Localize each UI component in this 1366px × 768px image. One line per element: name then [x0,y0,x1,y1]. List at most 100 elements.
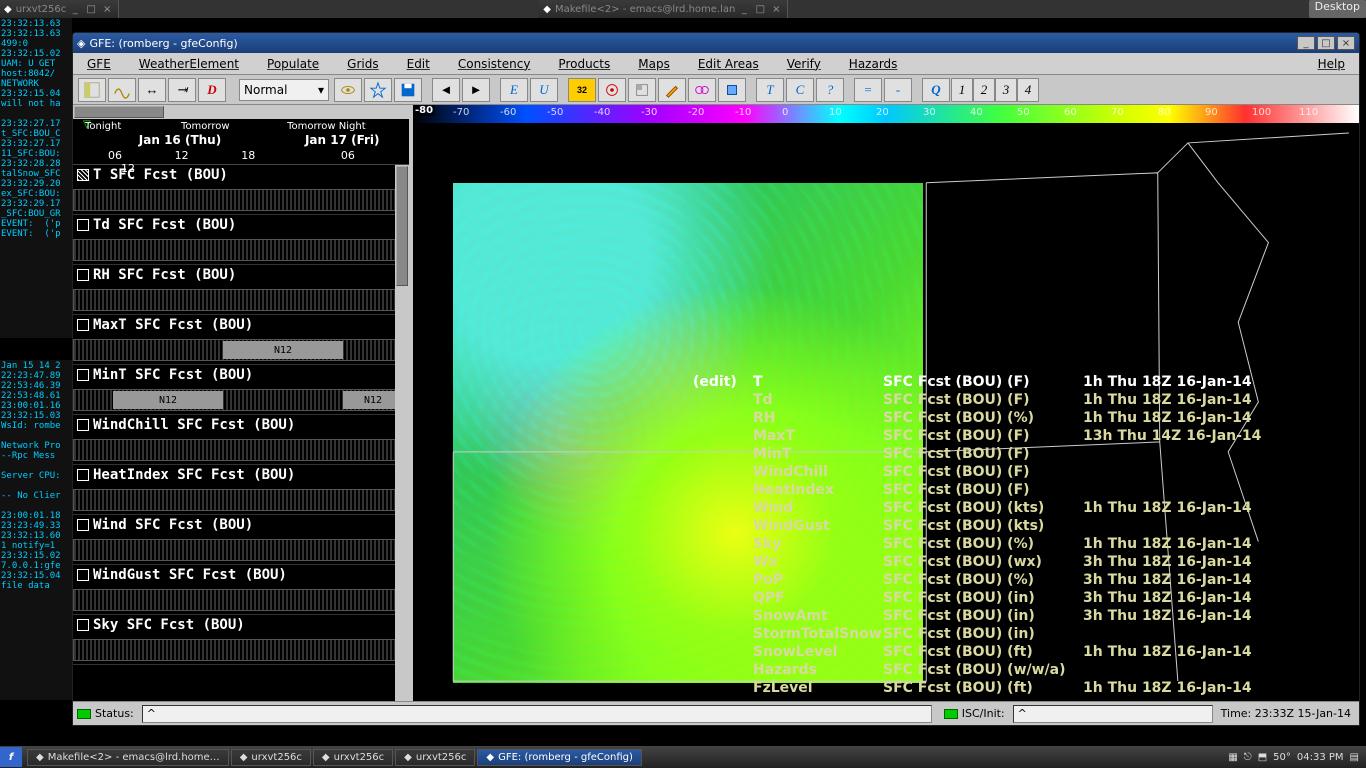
element-checkbox[interactable] [77,369,89,381]
element-checkbox[interactable] [77,519,89,531]
tool-4-button[interactable]: 4 [1017,78,1039,102]
v-scrollbar[interactable] [395,165,409,701]
taskbar-item[interactable]: ◆Makefile<2> - emacs@lrd.home… [27,749,229,766]
taskbar-item[interactable]: ◆urxvt256c [231,749,311,766]
grid-chip[interactable]: N12 [223,341,343,359]
tray-icon[interactable]: ⬒ [1258,752,1267,763]
mode-select[interactable]: Normal▾ [239,79,329,101]
maximize-button[interactable]: □ [1317,36,1335,50]
weather-element-row[interactable]: MinT SFC Fcst (BOU)N12N12 [73,365,409,415]
legend-row[interactable]: TdSFC Fcst (BOU) (F)1h Thu 18Z 16-Jan-14 [693,391,1343,409]
tool-q-button[interactable]: Q [922,78,950,102]
weather-element-row[interactable]: Sky SFC Fcst (BOU) [73,615,409,665]
legend-row[interactable]: SkySFC Fcst (BOU) (%)1h Thu 18Z 16-Jan-1… [693,535,1343,553]
scrollbar-thumb[interactable] [74,106,164,118]
tool-question-button[interactable]: ? [816,78,844,102]
tool-3-button[interactable]: 3 [995,78,1017,102]
tool-skip-icon[interactable]: ⇥ [168,78,196,102]
weather-element-row[interactable]: Wind SFC Fcst (BOU) [73,515,409,565]
tool-save-icon[interactable] [394,78,422,102]
scrollbar-thumb[interactable] [396,166,408,286]
menu-help[interactable]: Help [1304,57,1359,71]
menu-consistency[interactable]: Consistency [444,57,545,71]
legend-row[interactable]: StormTotalSnowSFC Fcst (BOU) (in) [693,625,1343,643]
tool-eye-icon[interactable] [334,78,362,102]
weather-element-row[interactable]: HeatIndex SFC Fcst (BOU) [73,465,409,515]
tool-star-icon[interactable] [364,78,392,102]
tool-target-icon[interactable] [598,78,626,102]
legend-row[interactable]: RHSFC Fcst (BOU) (%)1h Thu 18Z 16-Jan-14 [693,409,1343,427]
weather-element-row[interactable]: MaxT SFC Fcst (BOU)N12 [73,315,409,365]
map-canvas[interactable]: (edit)TSFC Fcst (BOU) (F)1h Thu 18Z 16-J… [413,123,1359,701]
tool-concentric-icon[interactable] [688,78,716,102]
element-checkbox[interactable] [77,469,89,481]
legend-row[interactable]: PoPSFC Fcst (BOU) (%)3h Thu 18Z 16-Jan-1… [693,571,1343,589]
tool-u-button[interactable]: U [530,78,558,102]
element-checkbox[interactable] [77,419,89,431]
close-icon[interactable]: × [100,2,114,16]
menu-verify[interactable]: Verify [773,57,835,71]
titlebar[interactable]: ◈ GFE: (romberg - gfeConfig) _ □ × [73,33,1359,53]
menu-gfe[interactable]: GFE [73,57,125,71]
grid-bar[interactable] [73,539,409,561]
legend-row[interactable]: MaxTSFC Fcst (BOU) (F)13h Thu 14Z 16-Jan… [693,427,1343,445]
tool-box-icon[interactable] [718,78,746,102]
desktop-label[interactable]: Desktop [1309,0,1366,18]
close-icon[interactable]: × [769,2,783,16]
tool-e-button[interactable]: E [500,78,528,102]
tool-t-button[interactable]: T [756,78,784,102]
menu-maps[interactable]: Maps [624,57,684,71]
minimize-button[interactable]: _ [1297,36,1315,50]
tray-icon[interactable]: ⎋ [1244,752,1252,763]
legend-row[interactable]: WindChillSFC Fcst (BOU) (F) [693,463,1343,481]
start-button[interactable]: f [0,747,22,767]
element-checkbox[interactable] [77,319,89,331]
element-checkbox[interactable] [77,569,89,581]
legend-row[interactable]: HeatIndexSFC Fcst (BOU) (F) [693,481,1343,499]
taskbar-item[interactable]: ◆GFE: (romberg - gfeConfig) [477,749,641,766]
grid-bar[interactable] [73,489,409,511]
menu-populate[interactable]: Populate [253,57,333,71]
grid-bar[interactable] [73,589,409,611]
grid-bar[interactable] [73,289,409,311]
grid-chip[interactable]: N12 [113,391,223,409]
weather-element-row[interactable]: WindGust SFC Fcst (BOU) [73,565,409,615]
wintab-urxvt[interactable]: ◆ urxvt256c _ □ × [0,0,119,18]
menu-editareas[interactable]: Edit Areas [684,57,773,71]
weather-element-row[interactable]: Td SFC Fcst (BOU) [73,215,409,265]
legend-row[interactable]: HazardsSFC Fcst (BOU) (w/w/a) [693,661,1343,679]
tool-prev-button[interactable]: ◄ [432,78,460,102]
element-checkbox[interactable] [77,619,89,631]
minimize-icon[interactable]: _ [737,2,751,16]
tool-pencil-icon[interactable] [658,78,686,102]
legend-row[interactable]: MinTSFC Fcst (BOU) (F) [693,445,1343,463]
legend-row[interactable]: (edit)TSFC Fcst (BOU) (F)1h Thu 18Z 16-J… [693,373,1343,391]
tray-icon[interactable]: ▤ [1350,752,1359,763]
menu-grids[interactable]: Grids [333,57,392,71]
legend-row[interactable]: SnowAmtSFC Fcst (BOU) (in)3h Thu 18Z 16-… [693,607,1343,625]
menu-weatherelement[interactable]: WeatherElement [125,57,253,71]
tool-c-button[interactable]: C [786,78,814,102]
element-checkbox[interactable] [77,169,89,181]
maximize-icon[interactable]: □ [84,2,98,16]
tool-32-button[interactable]: 32 [568,78,596,102]
tool-d-button[interactable]: D [198,78,226,102]
tool-2-button[interactable]: 2 [973,78,995,102]
h-scrollbar[interactable] [73,105,409,119]
element-checkbox[interactable] [77,219,89,231]
tool-next-button[interactable]: ► [462,78,490,102]
close-button[interactable]: × [1337,36,1355,50]
weather-element-row[interactable]: T SFC Fcst (BOU) [73,165,409,215]
maximize-icon[interactable]: □ [753,2,767,16]
menu-edit[interactable]: Edit [393,57,444,71]
wintab-emacs[interactable]: ◆ Makefile<2> - emacs@lrd.home.lan _ □ × [539,0,788,18]
tool-harrow-icon[interactable]: ↔ [138,78,166,102]
grid-bar[interactable] [73,239,409,261]
colorbar[interactable]: -80 -70-60-50-40-30-20-10010203040506070… [413,105,1359,123]
legend-row[interactable]: WxSFC Fcst (BOU) (wx)3h Thu 18Z 16-Jan-1… [693,553,1343,571]
spatial-editor-pane[interactable]: -80 -70-60-50-40-30-20-10010203040506070… [413,105,1359,701]
grid-chip[interactable]: N12 [343,391,403,409]
minimize-icon[interactable]: _ [68,2,82,16]
legend-row[interactable]: FzLevelSFC Fcst (BOU) (ft)1h Thu 18Z 16-… [693,679,1343,697]
legend-row[interactable]: WindGustSFC Fcst (BOU) (kts) [693,517,1343,535]
